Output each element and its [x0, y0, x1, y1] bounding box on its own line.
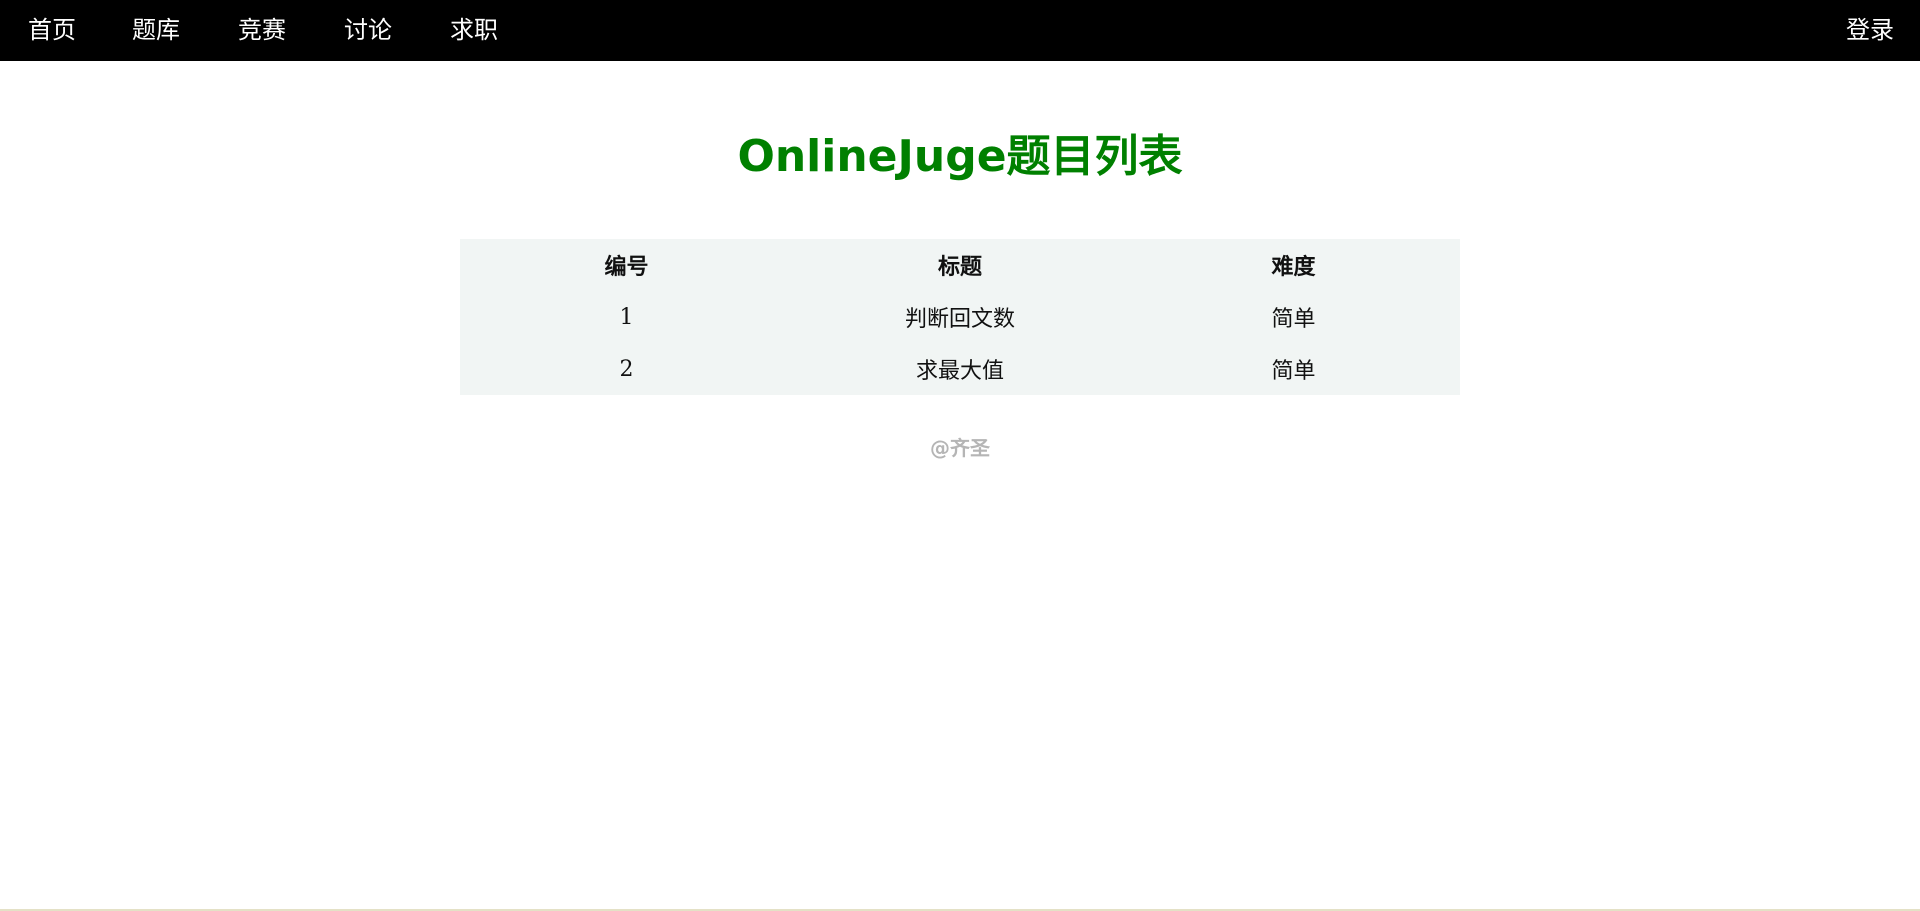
- page-title: OnlineJuge题目列表: [737, 131, 1183, 182]
- footer-author: @齐圣: [930, 436, 990, 460]
- nav-item-home[interactable]: 首页: [28, 0, 76, 61]
- problem-link[interactable]: 判断回文数: [905, 307, 1015, 332]
- cell-title: 求最大值: [793, 343, 1127, 395]
- problem-table: 编号 标题 难度 1 判断回文数 简单 2 求最大值 简单: [460, 239, 1460, 395]
- table-row: 1 判断回文数 简单: [460, 291, 1460, 343]
- header-title: 标题: [937, 254, 982, 280]
- top-navbar: 首页 题库 竞赛 讨论 求职 登录: [0, 0, 1920, 61]
- login-link[interactable]: 登录: [1846, 0, 1894, 61]
- problem-link[interactable]: 求最大值: [916, 359, 1004, 384]
- nav-item-discuss[interactable]: 讨论: [344, 0, 392, 61]
- cell-level: 简单: [1271, 359, 1316, 384]
- header-id: 编号: [604, 254, 649, 280]
- table-row: 2 求最大值 简单: [460, 343, 1460, 395]
- table-header-row: 编号 标题 难度: [460, 239, 1460, 291]
- cell-level: 简单: [1271, 307, 1316, 332]
- cell-title: 判断回文数: [793, 291, 1127, 343]
- header-level: 难度: [1271, 254, 1316, 280]
- cell-id: 1: [619, 304, 634, 330]
- nav-item-problems[interactable]: 题库: [132, 0, 180, 61]
- nav-item-contest[interactable]: 竞赛: [238, 0, 286, 61]
- cell-id: 2: [619, 356, 634, 382]
- nav-item-jobs[interactable]: 求职: [450, 0, 498, 61]
